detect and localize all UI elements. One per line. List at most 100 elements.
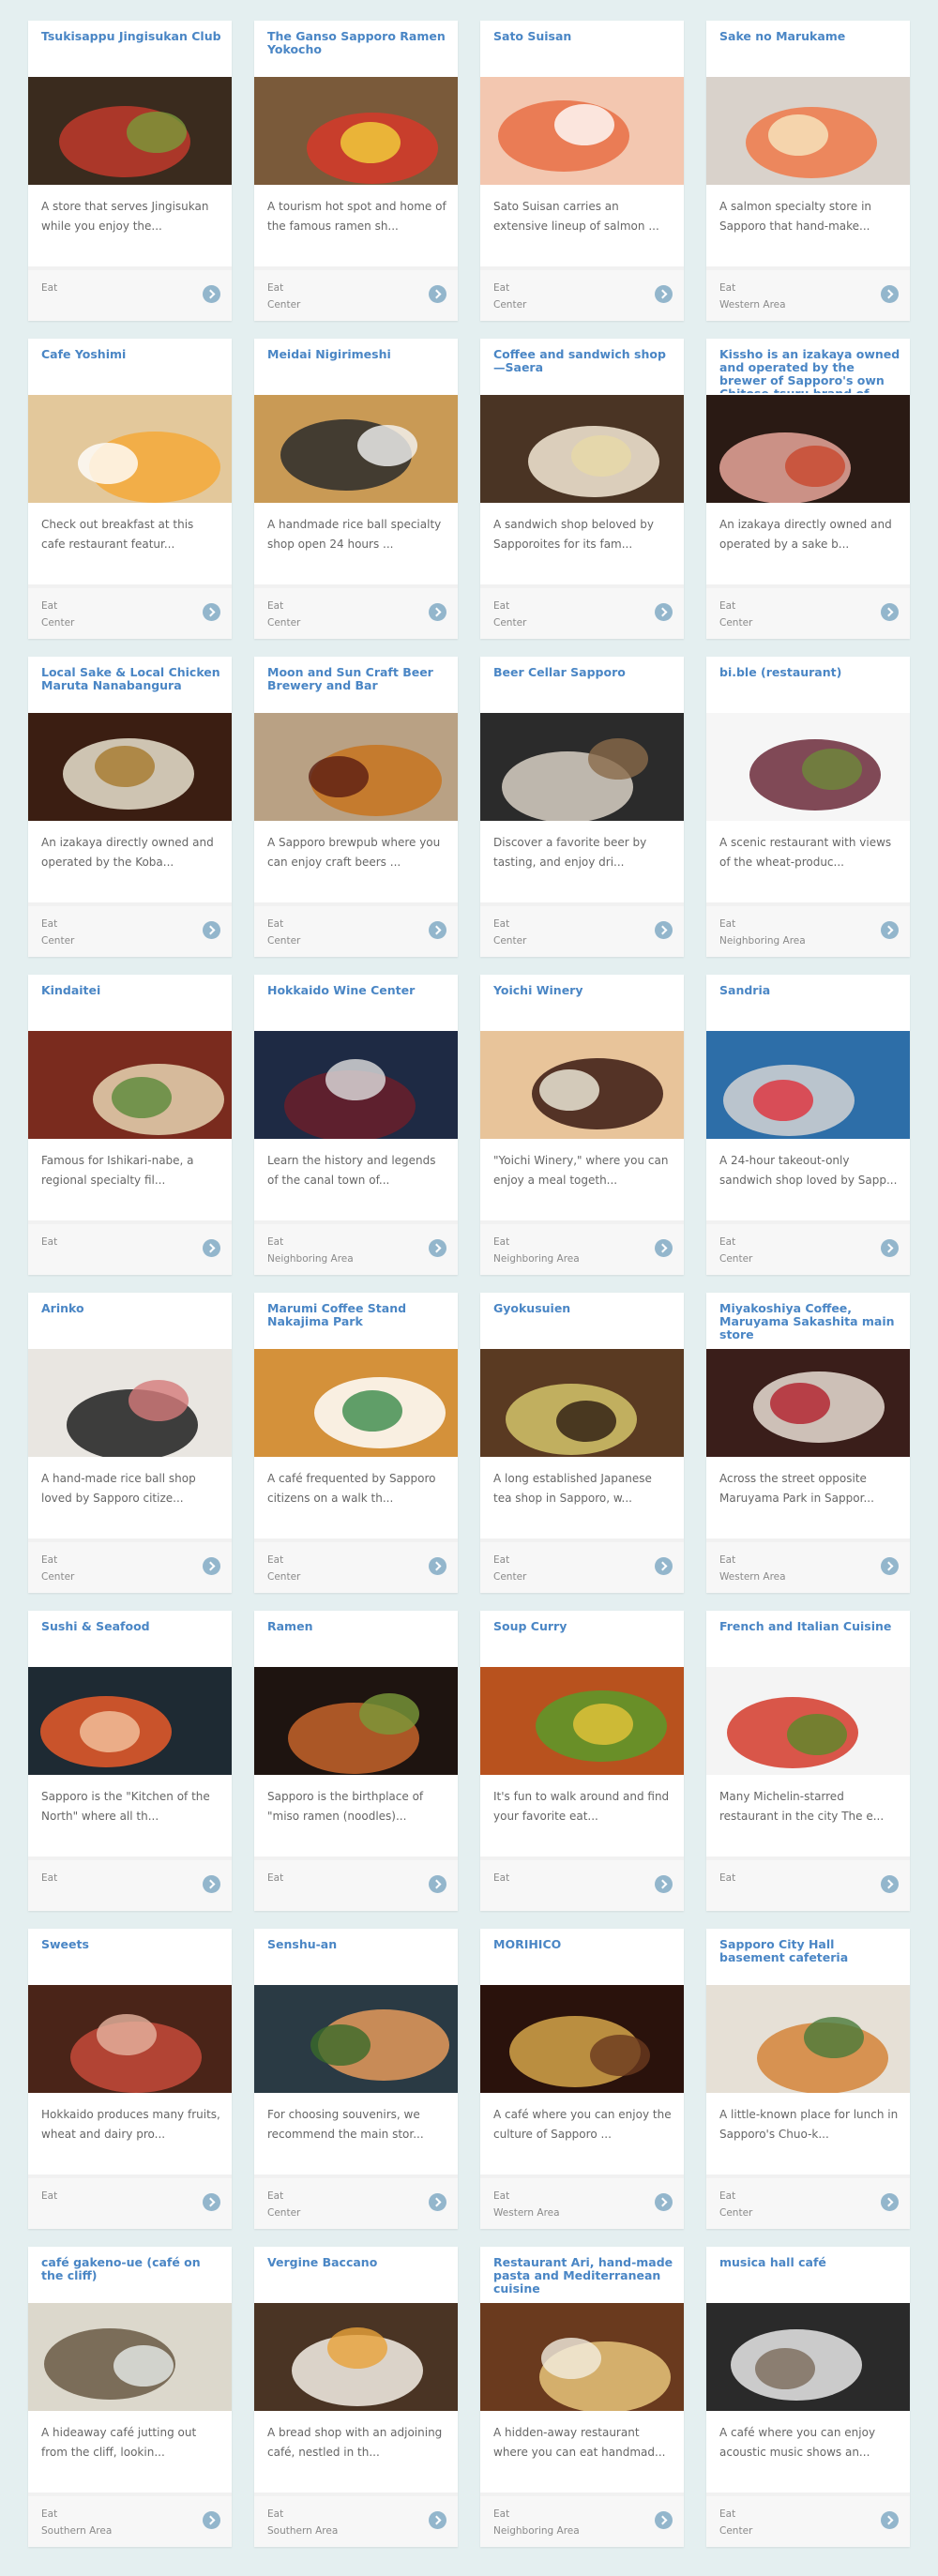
arrow-right-icon[interactable]: [655, 1875, 673, 1893]
beer-bar-counter-photo[interactable]: [480, 713, 684, 821]
restaurant-card[interactable]: Arinko A hand-made rice ball shop loved b…: [28, 1293, 232, 1593]
card-title[interactable]: Sandria: [719, 984, 900, 1029]
restaurant-card[interactable]: Kissho is an izakaya owned and operated …: [706, 339, 910, 639]
card-title[interactable]: Marumi Coffee Stand Nakajima Park: [267, 1302, 448, 1347]
restaurant-card[interactable]: Meidai Nigirimeshi A handmade rice ball s…: [254, 339, 458, 639]
card-title[interactable]: Sato Suisan: [493, 30, 674, 75]
arrow-right-icon[interactable]: [881, 2511, 899, 2529]
restaurant-card[interactable]: Yoichi Winery "Yoichi Winery," where you …: [480, 975, 684, 1275]
arrow-right-icon[interactable]: [203, 285, 220, 303]
restaurant-card[interactable]: bi.ble (restaurant) A scenic restaurant w…: [706, 657, 910, 957]
senbei-plate-photo[interactable]: [254, 1985, 458, 2093]
card-title[interactable]: Restaurant Ari, hand-made pasta and Medi…: [493, 2256, 674, 2301]
arrow-right-icon[interactable]: [881, 285, 899, 303]
restaurant-card[interactable]: Cafe Yoshimi Check out breakfast at this …: [28, 339, 232, 639]
arrow-right-icon[interactable]: [881, 921, 899, 939]
card-title[interactable]: Ramen: [267, 1620, 448, 1665]
card-title[interactable]: musica hall café: [719, 2256, 900, 2301]
shop-front-photo[interactable]: [706, 1031, 910, 1139]
arrow-right-icon[interactable]: [655, 921, 673, 939]
card-title[interactable]: Cafe Yoshimi: [41, 348, 222, 393]
card-title[interactable]: Sweets: [41, 1938, 222, 1983]
card-title[interactable]: Kissho is an izakaya owned and operated …: [719, 348, 900, 393]
restaurant-card[interactable]: Soup Curry It's fun to walk around and fi…: [480, 1611, 684, 1911]
restaurant-card[interactable]: Sapporo City Hall basement cafeteria A li…: [706, 1929, 910, 2229]
rice-ball-dishes-photo[interactable]: [28, 1349, 232, 1457]
arrow-right-icon[interactable]: [881, 603, 899, 621]
card-title[interactable]: Local Sake & Local Chicken Maruta Nanaba…: [41, 666, 222, 711]
rice-ball-plate-photo[interactable]: [254, 395, 458, 503]
restaurant-card[interactable]: Senshu-an For choosing souvenirs, we reco…: [254, 1929, 458, 2229]
restaurant-card[interactable]: Coffee and sandwich shop—Saera A sandwich…: [480, 339, 684, 639]
card-title[interactable]: Beer Cellar Sapporo: [493, 666, 674, 711]
arrow-right-icon[interactable]: [429, 1875, 446, 1893]
arrow-right-icon[interactable]: [655, 285, 673, 303]
restaurant-card[interactable]: Tsukisappu Jingisukan Club A store that s…: [28, 21, 232, 321]
hotpot-meat-photo[interactable]: [706, 395, 910, 503]
restaurant-card[interactable]: Kindaitei Famous for Ishikari-nabe, a reg…: [28, 975, 232, 1275]
restaurant-card[interactable]: Restaurant Ari, hand-made pasta and Medi…: [480, 2247, 684, 2547]
chocolate-pastries-photo[interactable]: [28, 1985, 232, 2093]
arrow-right-icon[interactable]: [881, 1239, 899, 1257]
card-title[interactable]: Sake no Marukame: [719, 30, 900, 75]
fine-dining-plate-photo[interactable]: [706, 1667, 910, 1775]
restaurant-card[interactable]: Beer Cellar Sapporo Discover a favorite b…: [480, 657, 684, 957]
japanese-tea-photo[interactable]: [480, 1349, 684, 1457]
sake-bottles-photo[interactable]: [28, 713, 232, 821]
card-title[interactable]: Meidai Nigirimeshi: [267, 348, 448, 393]
restaurant-card[interactable]: Sandria A 24-hour takeout-only sandwich s…: [706, 975, 910, 1275]
nabe-hotpot-photo[interactable]: [28, 1031, 232, 1139]
card-title[interactable]: Arinko: [41, 1302, 222, 1347]
card-title[interactable]: Soup Curry: [493, 1620, 674, 1665]
arrow-right-icon[interactable]: [655, 603, 673, 621]
restaurant-card[interactable]: Sweets Hokkaido produces many fruits, whe…: [28, 1929, 232, 2229]
sandwich-photo[interactable]: [480, 395, 684, 503]
card-title[interactable]: Gyokusuien: [493, 1302, 674, 1347]
pancake-plate-photo[interactable]: [28, 395, 232, 503]
restaurant-card[interactable]: Local Sake & Local Chicken Maruta Nanaba…: [28, 657, 232, 957]
soup-curry-photo[interactable]: [480, 1667, 684, 1775]
wine-pouring-photo[interactable]: [254, 1031, 458, 1139]
restaurant-card[interactable]: Sato Suisan Sato Suisan carries an extens…: [480, 21, 684, 321]
arrow-right-icon[interactable]: [881, 1557, 899, 1575]
wine-bottle-glass-photo[interactable]: [480, 1031, 684, 1139]
arrow-right-icon[interactable]: [429, 1557, 446, 1575]
arrow-right-icon[interactable]: [203, 603, 220, 621]
plated-dish-photo[interactable]: [706, 713, 910, 821]
arrow-right-icon[interactable]: [429, 285, 446, 303]
card-title[interactable]: Vergine Baccano: [267, 2256, 448, 2301]
restaurant-card[interactable]: MORIHICO A café where you can enjoy the c…: [480, 1929, 684, 2229]
cafe-interior-photo[interactable]: [480, 1985, 684, 2093]
restaurant-card[interactable]: Sushi & Seafood Sapporo is the "Kitchen o…: [28, 1611, 232, 1911]
card-title[interactable]: Tsukisappu Jingisukan Club: [41, 30, 222, 75]
seafood-bowl-photo[interactable]: [28, 1667, 232, 1775]
card-title[interactable]: MORIHICO: [493, 1938, 674, 1983]
arrow-right-icon[interactable]: [655, 1557, 673, 1575]
ramen-alley-sign-photo[interactable]: [254, 77, 458, 185]
restaurant-card[interactable]: Moon and Sun Craft Beer Brewery and Bar A…: [254, 657, 458, 957]
arrow-right-icon[interactable]: [429, 921, 446, 939]
restaurant-table-photo[interactable]: [480, 2303, 684, 2411]
arrow-right-icon[interactable]: [429, 2193, 446, 2211]
arrow-right-icon[interactable]: [429, 1239, 446, 1257]
restaurant-card[interactable]: Gyokusuien A long established Japanese te…: [480, 1293, 684, 1593]
cliff-cafe-window-photo[interactable]: [28, 2303, 232, 2411]
restaurant-card[interactable]: Miyakoshiya Coffee, Maruyama Sakashita m…: [706, 1293, 910, 1593]
arrow-right-icon[interactable]: [429, 2511, 446, 2529]
arrow-right-icon[interactable]: [203, 2511, 220, 2529]
card-title[interactable]: Sushi & Seafood: [41, 1620, 222, 1665]
card-title[interactable]: bi.ble (restaurant): [719, 666, 900, 711]
arrow-right-icon[interactable]: [655, 1239, 673, 1257]
restaurant-card[interactable]: The Ganso Sapporo Ramen Yokocho A tourism…: [254, 21, 458, 321]
restaurant-card[interactable]: Vergine Baccano A bread shop with an adjo…: [254, 2247, 458, 2547]
cafeteria-meal-photo[interactable]: [706, 1985, 910, 2093]
card-title[interactable]: Sapporo City Hall basement cafeteria: [719, 1938, 900, 1983]
card-title[interactable]: Coffee and sandwich shop—Saera: [493, 348, 674, 393]
salmon-fillet-photo[interactable]: [480, 77, 684, 185]
music-hall-piano-photo[interactable]: [706, 2303, 910, 2411]
breakfast-plate-photo[interactable]: [254, 2303, 458, 2411]
restaurant-card[interactable]: musica hall café A café where you can enj…: [706, 2247, 910, 2547]
card-title[interactable]: Hokkaido Wine Center: [267, 984, 448, 1029]
arrow-right-icon[interactable]: [655, 2511, 673, 2529]
restaurant-card[interactable]: Sake no Marukame A salmon specialty store…: [706, 21, 910, 321]
